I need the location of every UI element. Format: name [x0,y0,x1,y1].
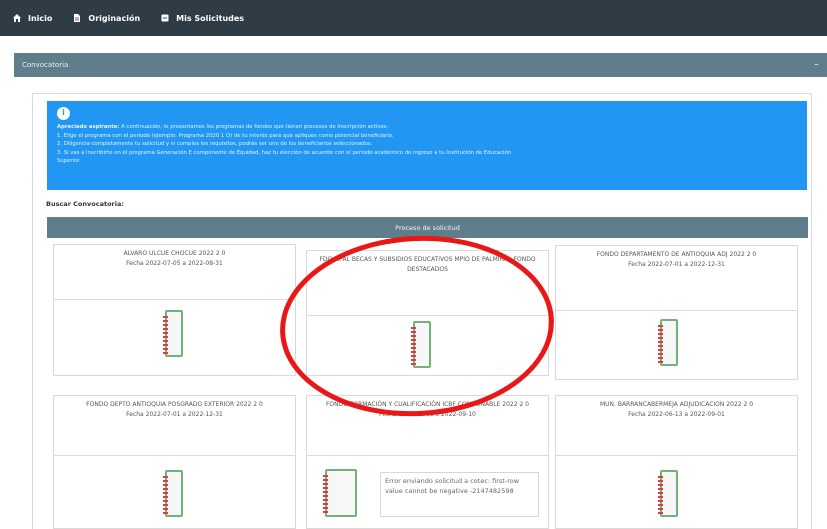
card-date: Fecha 2022-06-08 a 2022-09-10 [379,411,476,418]
info-line-2: 2. Diligencia completamente tu solicitud… [57,141,373,148]
notebook-icon [658,319,678,366]
card-title: ALVARO ULCUE CHOCUE 2022 2 0 [123,250,226,257]
home-icon [13,14,21,22]
process-title: Proceso de solicitud [395,223,460,232]
card-date: Fecha 2022-07-01 a 2022-12-31 [628,261,725,268]
collapse-button[interactable]: – [814,59,819,70]
info-intro: A continuación, le presentamos los progr… [121,124,389,130]
card-title: FONDO FORMACIÓN Y CUALIFICACIÓN ICBF CON… [325,401,529,408]
card-divider [54,455,295,456]
process-header: Proceso de solicitud [47,217,808,238]
search-label: Buscar Convocatoria: [46,200,124,208]
card-header: FDO MPAL BECAS Y SUBSIDIOS EDUCATIVOS MP… [307,251,548,275]
card-header: FONDO DEPTO ANTIOQUIA POSGRADO EXTERIOR … [54,396,295,420]
document-icon [74,14,81,22]
card-header: MUN. BARRANCABERMEJA ADJUDICACION 2022 2… [556,396,797,420]
card-header: FONDO DEPARTAMENTO DE ANTIOQUIA ADJ 2022… [556,246,797,270]
card-title: MUN. BARRANCABERMEJA ADJUDICACION 2022 2… [599,401,754,408]
nav-item-inicio[interactable]: Inicio [12,13,52,23]
program-card-3[interactable]: FONDO DEPARTAMENTO DE ANTIOQUIA ADJ 2022… [555,245,798,380]
nav-item-originacion[interactable]: Originación [72,13,140,23]
info-line-3b: Superior. [57,158,81,165]
card-title: FDO MPAL BECAS Y SUBSIDIOS EDUCATIVOS MP… [319,256,536,273]
program-card-1[interactable]: ALVARO ULCUE CHOCUE 2022 2 0 Fecha 2022-… [53,244,296,376]
convocatoria-header: Convocatoria – [14,53,827,77]
info-alert: i Apreciado aspirante: A continuación, l… [47,101,807,190]
card-header: ALVARO ULCUE CHOCUE 2022 2 0 Fecha 2022-… [54,245,295,269]
program-card-6[interactable]: MUN. BARRANCABERMEJA ADJUDICACION 2022 2… [555,395,798,529]
nav-label-originacion: Originación [88,13,141,23]
notebook-icon [411,321,431,368]
nav-item-mis-solicitudes[interactable]: Mis Solicitudes [160,13,244,23]
card-title: FONDO DEPTO ANTIOQUIA POSGRADO EXTERIOR … [86,401,263,408]
program-card-2[interactable]: FDO MPAL BECAS Y SUBSIDIOS EDUCATIVOS MP… [306,250,549,376]
card-divider [307,315,548,316]
convocatoria-title: Convocatoria [22,61,69,69]
info-line-1: 1. Elige el programa con el periodo (eje… [57,132,394,139]
card-divider [54,299,295,300]
error-tooltip: Error enviando solicitud a cotec: first-… [380,472,539,517]
info-line-3: 3. Si vas a inscribirte en el programa G… [57,149,512,156]
card-date: Fecha 2022-06-13 a 2022-09-01 [628,411,725,418]
card-title: FONDO DEPARTAMENTO DE ANTIOQUIA ADJ 2022… [596,251,757,258]
program-card-4[interactable]: FONDO DEPTO ANTIOQUIA POSGRADO EXTERIOR … [53,395,296,529]
info-paragraph: Apreciado aspirante: A continuación, le … [57,123,799,132]
notebook-icon [163,310,183,357]
card-date: Fecha 2022-07-01 a 2022-12-31 [126,411,223,418]
notebook-icon [323,469,357,517]
info-icon: i [57,107,70,120]
nav-label-mis-solicitudes: Mis Solicitudes [176,13,245,23]
nav-label-inicio: Inicio [28,13,53,23]
card-header: FONDO FORMACIÓN Y CUALIFICACIÓN ICBF CON… [307,396,548,420]
card-divider [556,455,797,456]
notebook-icon [658,470,678,517]
card-divider [307,455,548,456]
card-date: Fecha 2022-07-05 a 2022-08-31 [126,260,223,267]
info-heading: Apreciado aspirante: [57,124,120,130]
folder-icon [161,14,169,22]
notebook-icon [163,470,183,517]
card-divider [556,310,797,311]
top-navigation: Inicio Originación Mis Solicitudes [0,0,827,36]
